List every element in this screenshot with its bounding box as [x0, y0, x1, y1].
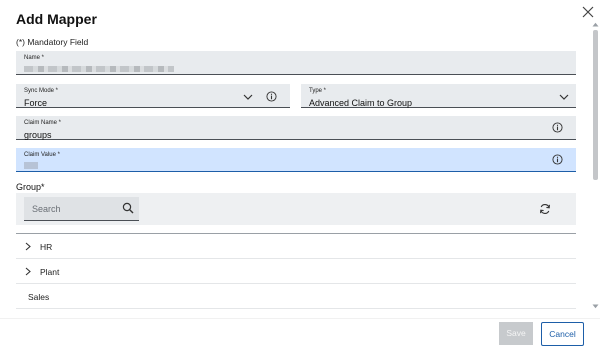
claim-value-field[interactable]: Claim Value * [16, 148, 576, 172]
group-label: Group* [16, 182, 45, 192]
sync-mode-label: Sync Mode * [24, 88, 59, 94]
scroll-up-arrow[interactable] [592, 22, 599, 27]
name-label: Name * [24, 55, 45, 61]
chevron-right-icon[interactable] [25, 267, 31, 276]
chevron-right-icon[interactable] [25, 242, 31, 251]
search-placeholder: Search [32, 204, 61, 214]
close-icon[interactable] [581, 5, 595, 19]
mandatory-field-note: (*) Mandatory Field [16, 37, 89, 47]
save-button[interactable]: Save [499, 322, 533, 345]
group-tree-item[interactable]: HR [16, 234, 576, 259]
info-icon[interactable] [552, 122, 563, 133]
dialog-title: Add Mapper [16, 11, 97, 27]
info-icon[interactable] [266, 91, 277, 102]
type-select[interactable]: Type * Advanced Claim to Group [301, 84, 576, 108]
claim-value-label: Claim Value * [24, 152, 60, 158]
claim-name-field[interactable]: Claim Name * groups [16, 116, 576, 140]
chevron-down-icon[interactable] [243, 94, 253, 100]
scroll-down-arrow[interactable] [592, 304, 599, 309]
claim-name-value: groups [24, 130, 52, 140]
claim-value-redacted [24, 162, 38, 169]
name-value-redacted [24, 66, 174, 72]
sync-mode-select[interactable]: Sync Mode * Force [16, 84, 290, 108]
group-tree-item[interactable]: Plant [16, 259, 576, 284]
cancel-button[interactable]: Cancel [541, 322, 584, 346]
name-field[interactable]: Name * [16, 51, 576, 75]
sync-mode-value: Force [24, 98, 48, 108]
info-icon[interactable] [552, 154, 563, 165]
group-item-label: Sales [28, 292, 50, 302]
scrollbar-thumb[interactable] [593, 30, 598, 180]
claim-name-label: Claim Name * [24, 120, 62, 126]
group-item-label: HR [40, 242, 53, 252]
search-icon[interactable] [122, 202, 134, 214]
group-item-label: Plant [40, 267, 60, 277]
add-mapper-dialog: Add Mapper (*) Mandatory Field Name * Sy… [0, 0, 600, 363]
type-label: Type * [309, 88, 327, 94]
chevron-down-icon[interactable] [559, 94, 569, 100]
footer-divider [0, 318, 600, 319]
group-tree-item[interactable]: Sales [16, 284, 576, 309]
type-value: Advanced Claim to Group [309, 98, 413, 108]
refresh-icon[interactable] [539, 203, 551, 215]
group-search-input[interactable]: Search [24, 197, 139, 221]
